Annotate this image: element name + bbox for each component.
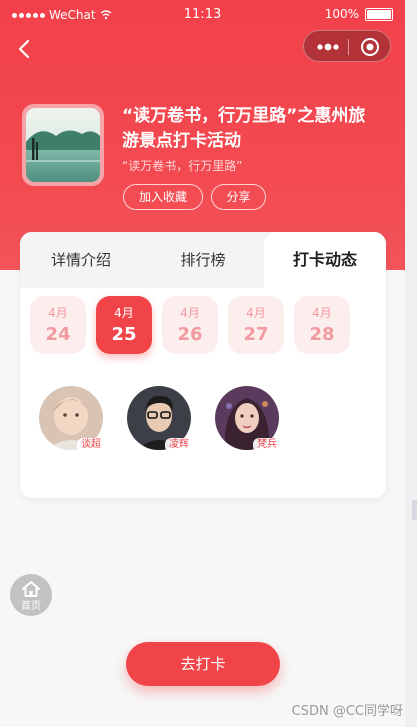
watermark: CSDN @CC同学呀	[291, 704, 403, 719]
date-month: 4月	[180, 306, 200, 320]
checkin-button[interactable]: 去打卡	[126, 642, 280, 686]
mini-program-capsule	[303, 30, 391, 62]
phone-screen: WeChat 11:13 100% “读万卷书，行万里路”之惠州旅游景点打卡活动…	[0, 0, 405, 711]
date-day: 25	[111, 324, 137, 345]
date-item[interactable]: 4月 28	[294, 296, 350, 354]
tab-details[interactable]: 详情介绍	[20, 232, 142, 288]
home-icon	[22, 581, 40, 597]
user-name-tag: 凌辉	[165, 438, 193, 452]
date-month: 4月	[48, 306, 68, 320]
page-edge	[405, 0, 417, 727]
activity-subtitle: “读万卷书，行万里路”	[122, 159, 243, 173]
tab-ranking[interactable]: 排行榜	[142, 232, 264, 288]
battery-percent: 100%	[324, 7, 359, 21]
capsule-divider	[348, 39, 349, 55]
user-name-tag: 谈超	[77, 438, 105, 452]
date-day: 27	[243, 324, 269, 345]
user-avatar[interactable]: 谈超	[39, 386, 105, 452]
date-day: 26	[177, 324, 203, 345]
tab-checkin-feed[interactable]: 打卡动态	[264, 232, 386, 288]
battery-icon	[365, 7, 393, 21]
date-day: 24	[45, 324, 71, 345]
activity-cover	[22, 104, 104, 186]
back-button[interactable]	[14, 38, 36, 60]
add-favorite-button[interactable]: 加入收藏	[123, 184, 203, 210]
home-button[interactable]: 首页	[10, 574, 52, 616]
activity-title: “读万卷书，行万里路”之惠州旅游景点打卡活动	[122, 106, 366, 151]
content-card: 详情介绍 排行榜 打卡动态 4月 24 4月 25 4月 26 4月 27 4月…	[20, 232, 386, 498]
date-item[interactable]: 4月 27	[228, 296, 284, 354]
date-month: 4月	[312, 306, 332, 320]
date-item[interactable]: 4月 24	[30, 296, 86, 354]
date-month: 4月	[114, 306, 134, 320]
more-dots-icon[interactable]	[317, 41, 339, 53]
scrollbar-thumb[interactable]	[412, 500, 417, 520]
date-item-selected[interactable]: 4月 25	[96, 296, 152, 354]
target-icon[interactable]	[360, 37, 380, 57]
home-label: 首页	[21, 601, 41, 612]
share-button[interactable]: 分享	[211, 184, 266, 210]
date-day: 28	[309, 324, 335, 345]
user-name-tag: 梵兵	[253, 438, 281, 452]
lake-landscape-image	[26, 108, 100, 182]
date-month: 4月	[246, 306, 266, 320]
date-item[interactable]: 4月 26	[162, 296, 218, 354]
battery-group: 100%	[325, 7, 393, 21]
status-bar: WeChat 11:13 100%	[0, 0, 405, 30]
tab-bar: 详情介绍 排行榜 打卡动态	[20, 232, 386, 288]
user-avatar[interactable]: 凌辉	[127, 386, 193, 452]
user-avatar[interactable]: 梵兵	[215, 386, 281, 452]
